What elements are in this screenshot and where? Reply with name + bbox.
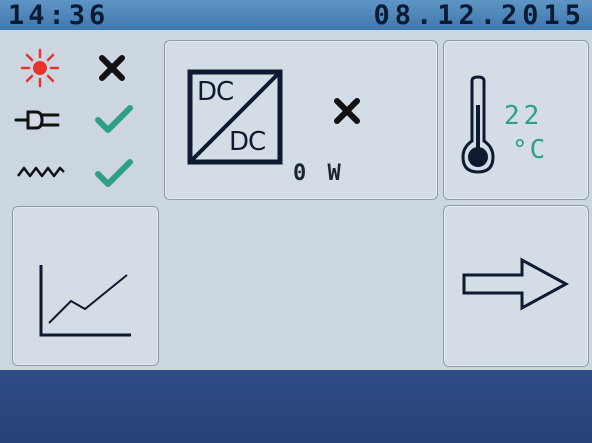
cross-icon — [334, 98, 360, 124]
next-page-button[interactable] — [443, 205, 589, 367]
line-chart-icon — [39, 265, 131, 337]
status-bar: 14:36 08.12.2015 — [0, 0, 592, 31]
temperature-value: 22 — [504, 101, 544, 131]
converter-output-label: DC — [229, 127, 266, 157]
converter-input-label: DC — [197, 77, 234, 107]
cross-icon — [99, 55, 125, 81]
wave-icon — [17, 166, 65, 178]
statistics-button[interactable] — [12, 206, 159, 366]
check-icon — [95, 159, 133, 187]
clock-date: 08.12.2015 — [373, 0, 586, 31]
status-row-grid — [6, 100, 156, 140]
arrow-right-icon — [462, 257, 570, 311]
power-output-value: 0 W — [293, 161, 345, 186]
display-screen: 14:36 08.12.2015 DC DC 0 W 22 °C — [0, 0, 592, 443]
temperature-button[interactable]: 22 °C — [443, 40, 589, 200]
status-indicators — [6, 38, 156, 198]
converter-button[interactable]: DC DC 0 W — [164, 40, 438, 200]
status-row-solar — [6, 48, 156, 88]
status-row-ac — [6, 152, 156, 192]
sun-icon — [20, 48, 60, 88]
thermometer-icon — [461, 75, 495, 174]
check-icon — [95, 105, 133, 133]
plug-icon — [14, 110, 60, 130]
clock-time: 14:36 — [8, 0, 110, 31]
footer-bar — [0, 370, 592, 443]
temperature-unit: °C — [512, 135, 548, 165]
